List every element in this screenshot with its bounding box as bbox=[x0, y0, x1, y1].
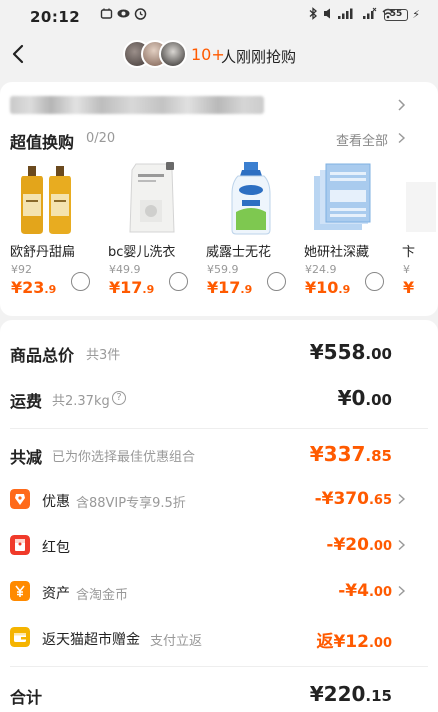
battery-indicator: 55 bbox=[384, 9, 408, 21]
trade-in-card: 超值换购 0/20 查看全部 欧舒丹甜扁 ¥92 ¥23.9 bc婴儿洗衣 ¥4… bbox=[0, 82, 438, 316]
shipping-sub: 共2.37kg bbox=[52, 394, 110, 409]
asset-label: 资产 bbox=[42, 586, 70, 602]
divider bbox=[10, 666, 428, 667]
buyers-count: 10+ bbox=[191, 45, 225, 64]
avatar bbox=[159, 40, 187, 68]
red-packet-label: 红包 bbox=[42, 540, 70, 556]
discount-sub: 已为你选择最佳优惠组合 bbox=[52, 450, 196, 465]
coupon-value: -¥370.65 bbox=[314, 489, 392, 509]
product-card[interactable]: 威露士无花 ¥59.9 ¥17.9 bbox=[206, 158, 302, 304]
total-row: 合计 ¥220.15 bbox=[0, 674, 438, 712]
yen-asset-icon bbox=[10, 581, 30, 601]
goods-total-value: ¥558.00 bbox=[309, 340, 392, 364]
product-image bbox=[406, 182, 436, 232]
red-packet-value: -¥20.00 bbox=[326, 535, 392, 555]
chevron-right-icon[interactable] bbox=[397, 585, 406, 597]
asset-sub: 含淘金币 bbox=[76, 588, 129, 603]
product-name: 卞 bbox=[402, 245, 416, 260]
product-image bbox=[231, 162, 271, 235]
trade-in-title: 超值换购 bbox=[10, 133, 75, 152]
coupon-label: 优惠 bbox=[42, 494, 70, 510]
coupon-icon bbox=[10, 489, 30, 509]
eye-icon bbox=[117, 9, 130, 18]
product-image bbox=[21, 166, 71, 234]
header: 10+ 人刚刚抢购 bbox=[0, 32, 438, 78]
product-select-radio[interactable] bbox=[365, 272, 384, 291]
product-original-price: ¥49.9 bbox=[109, 263, 141, 276]
product-price: ¥23.9 bbox=[11, 278, 57, 297]
discount-value: ¥337.85 bbox=[309, 442, 392, 466]
product-price: ¥ bbox=[403, 278, 415, 297]
coupon-sub: 含88VIP专享9.5折 bbox=[76, 496, 186, 511]
asset-value: -¥4.00 bbox=[338, 581, 392, 601]
product-price: ¥10.9 bbox=[305, 278, 351, 297]
buyer-avatars bbox=[123, 40, 189, 70]
status-bar: 20:12 55 ⚡ bbox=[0, 0, 438, 32]
goods-total-label: 商品总价 bbox=[10, 346, 75, 365]
asset-row[interactable]: 资产 含淘金币 -¥4.00 bbox=[0, 572, 438, 612]
goods-total-row: 商品总价 共3件 ¥558.00 bbox=[0, 332, 438, 372]
product-price: ¥17.9 bbox=[109, 278, 155, 297]
product-original-price: ¥24.9 bbox=[305, 263, 337, 276]
total-value: ¥220.15 bbox=[309, 682, 392, 706]
product-price: ¥17.9 bbox=[207, 278, 253, 297]
product-name: 欧舒丹甜扁 bbox=[10, 245, 76, 260]
tmall-return-value: 返¥12.00 bbox=[316, 632, 392, 652]
coupon-row[interactable]: 优惠 含88VIP专享9.5折 -¥370.65 bbox=[0, 480, 438, 520]
help-icon[interactable]: ? bbox=[112, 391, 126, 405]
product-card[interactable]: 她研社深藏 ¥24.9 ¥10.9 bbox=[304, 158, 400, 304]
product-image bbox=[314, 163, 371, 230]
notification-icon bbox=[100, 8, 113, 19]
signal-icon bbox=[338, 8, 353, 19]
alarm-icon bbox=[134, 8, 147, 20]
shipping-row: 运费 共2.37kg ? ¥0.00 bbox=[0, 378, 438, 418]
product-card[interactable]: 卞 ¥ ¥ bbox=[402, 158, 438, 304]
wallet-icon bbox=[10, 627, 30, 647]
product-select-radio[interactable] bbox=[169, 272, 188, 291]
goods-total-sub: 共3件 bbox=[86, 348, 121, 363]
discount-row: 共减 已为你选择最佳优惠组合 ¥337.85 bbox=[0, 434, 438, 474]
buyers-text: 人刚刚抢购 bbox=[221, 48, 297, 66]
status-right-icons bbox=[308, 7, 394, 20]
charging-icon: ⚡ bbox=[412, 8, 420, 21]
product-name: bc婴儿洗衣 bbox=[108, 245, 176, 260]
order-summary: 商品总价 共3件 ¥558.00 运费 共2.37kg ? ¥0.00 共减 已… bbox=[0, 320, 438, 712]
discount-label: 共减 bbox=[10, 448, 43, 467]
tmall-return-row: 返天猫超市赠金 支付立返 返¥12.00 bbox=[0, 618, 438, 658]
status-left-icons bbox=[72, 7, 147, 20]
product-carousel[interactable]: 欧舒丹甜扁 ¥92 ¥23.9 bc婴儿洗衣 ¥49.9 ¥17.9 威露士无花… bbox=[0, 158, 438, 308]
total-label: 合计 bbox=[10, 688, 43, 707]
product-original-price: ¥92 bbox=[11, 263, 32, 276]
tmall-return-label: 返天猫超市赠金 bbox=[42, 632, 140, 648]
address-blurred[interactable] bbox=[10, 96, 264, 114]
red-packet-row[interactable]: 红包 -¥20.00 bbox=[0, 526, 438, 566]
shipping-value: ¥0.00 bbox=[337, 386, 392, 410]
bluetooth-icon bbox=[309, 7, 317, 20]
product-original-price: ¥ bbox=[403, 263, 410, 276]
red-packet-icon bbox=[10, 535, 30, 555]
chevron-right-icon[interactable] bbox=[396, 98, 406, 112]
chevron-right-icon[interactable] bbox=[397, 132, 406, 144]
product-card[interactable]: 欧舒丹甜扁 ¥92 ¥23.9 bbox=[10, 158, 106, 304]
product-select-radio[interactable] bbox=[71, 272, 90, 291]
signal2-icon bbox=[363, 7, 377, 19]
product-select-radio[interactable] bbox=[267, 272, 286, 291]
chevron-right-icon[interactable] bbox=[397, 539, 406, 551]
divider bbox=[10, 428, 428, 429]
product-image bbox=[129, 162, 175, 233]
product-original-price: ¥59.9 bbox=[207, 263, 239, 276]
trade-in-count: 0/20 bbox=[86, 131, 116, 146]
product-name: 她研社深藏 bbox=[304, 245, 370, 260]
product-name: 威露士无花 bbox=[206, 245, 272, 260]
back-arrow-icon[interactable] bbox=[8, 42, 30, 66]
shipping-label: 运费 bbox=[10, 392, 43, 411]
chevron-right-icon[interactable] bbox=[397, 493, 406, 505]
mute-icon bbox=[324, 8, 330, 19]
product-card[interactable]: bc婴儿洗衣 ¥49.9 ¥17.9 bbox=[108, 158, 204, 304]
view-all-link[interactable]: 查看全部 bbox=[336, 130, 388, 149]
tmall-return-sub: 支付立返 bbox=[150, 634, 203, 649]
